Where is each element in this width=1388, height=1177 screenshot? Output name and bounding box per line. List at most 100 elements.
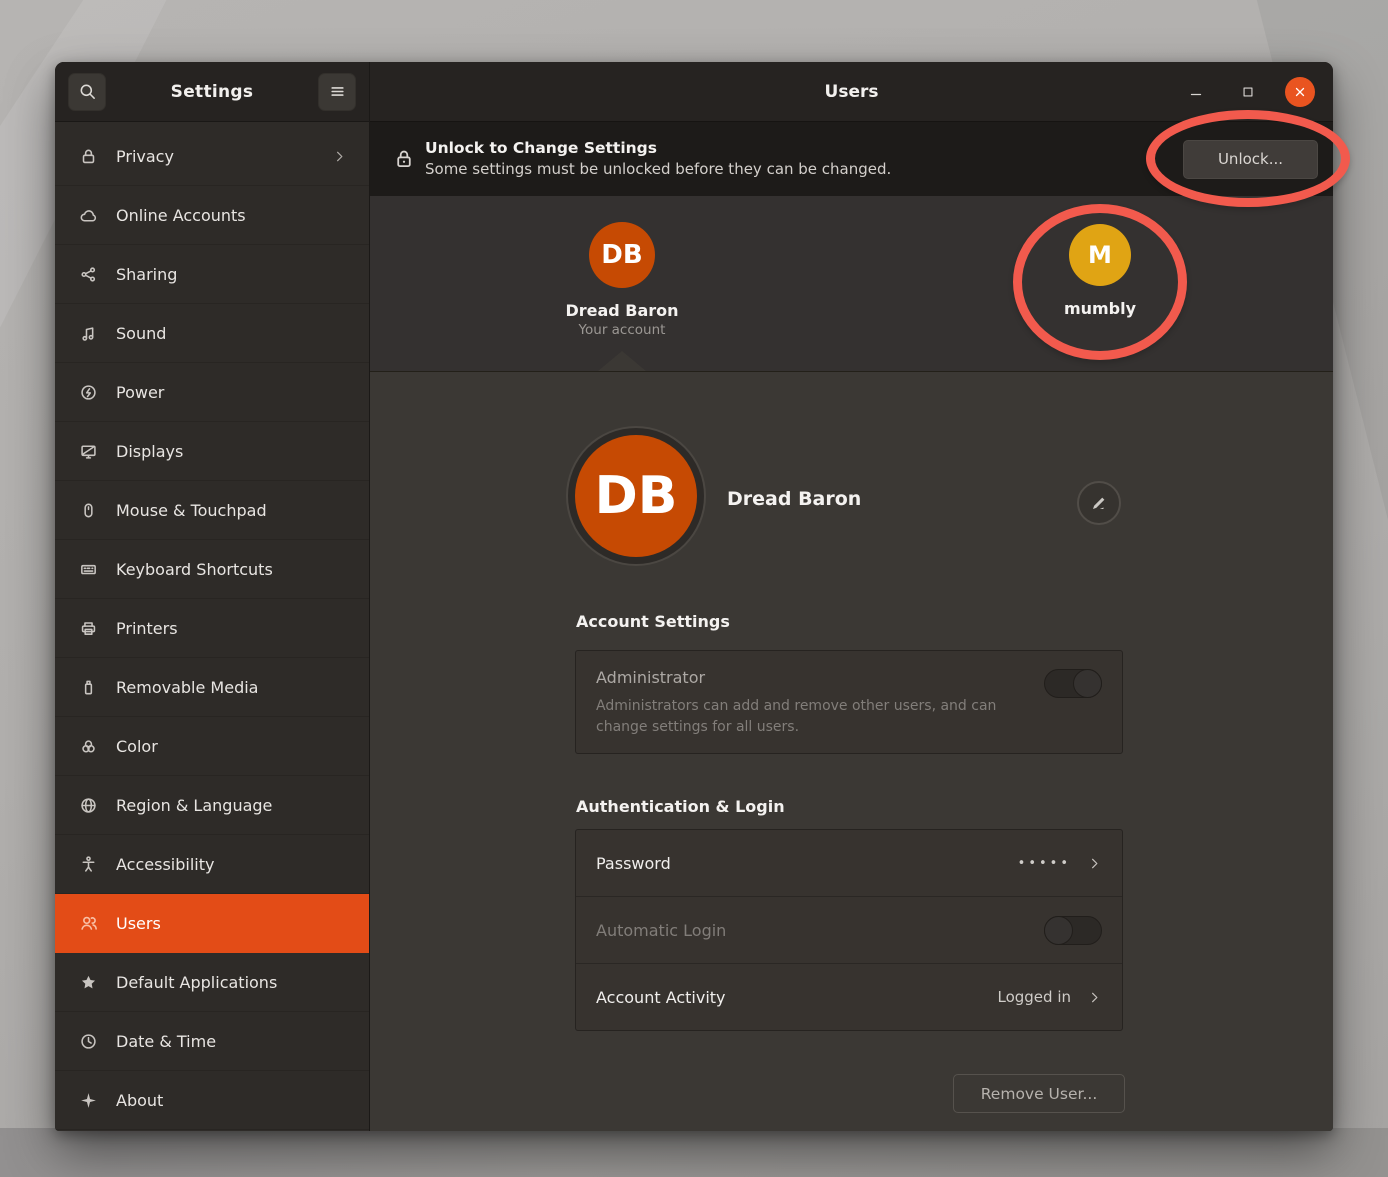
sidebar-item-label: Sound bbox=[116, 324, 347, 343]
menu-button[interactable] bbox=[318, 73, 356, 111]
unlock-banner: Unlock to Change Settings Some settings … bbox=[370, 122, 1333, 196]
sidebar-item-label: Printers bbox=[116, 619, 347, 638]
sidebar-item-date-time[interactable]: Date & Time bbox=[55, 1012, 369, 1071]
row-value: ••••• bbox=[1018, 856, 1071, 871]
menu-icon bbox=[328, 82, 347, 101]
power-icon bbox=[79, 382, 99, 402]
user-chip-mumbly[interactable]: Mmumbly bbox=[1000, 222, 1200, 318]
user-chip-name: Dread Baron bbox=[522, 301, 722, 320]
toggle-knob bbox=[1073, 669, 1102, 698]
profile-avatar: DB bbox=[575, 435, 697, 557]
wallpaper-bottom-strip bbox=[0, 1128, 1388, 1177]
sidebar-item-color[interactable]: Color bbox=[55, 717, 369, 776]
usb-icon bbox=[79, 677, 99, 697]
clock-icon bbox=[79, 1031, 99, 1051]
sidebar-item-sound[interactable]: Sound bbox=[55, 304, 369, 363]
user-selector-strip: DB Dread Baron Your account Mmumbly bbox=[370, 196, 1333, 372]
automatic-login-toggle[interactable] bbox=[1044, 916, 1102, 945]
keyboard-icon bbox=[79, 559, 99, 579]
authentication-login-heading: Authentication & Login bbox=[576, 797, 785, 816]
share-icon bbox=[79, 264, 99, 284]
edit-avatar-button[interactable] bbox=[1077, 481, 1121, 525]
sidebar-item-sharing[interactable]: Sharing bbox=[55, 245, 369, 304]
maximize-button[interactable] bbox=[1233, 77, 1263, 107]
user-chip-name: mumbly bbox=[1000, 299, 1200, 318]
user-avatar: M bbox=[1069, 224, 1131, 286]
profile-name: Dread Baron bbox=[727, 488, 861, 510]
sidebar-item-accessibility[interactable]: Accessibility bbox=[55, 835, 369, 894]
toggle-knob bbox=[1044, 916, 1073, 945]
sidebar-item-label: Displays bbox=[116, 442, 347, 461]
sidebar-item-removable-media[interactable]: Removable Media bbox=[55, 658, 369, 717]
row-password[interactable]: Password••••• bbox=[576, 830, 1122, 897]
search-icon bbox=[78, 82, 97, 101]
search-button[interactable] bbox=[68, 73, 106, 111]
content-pane: Users Unlock to Change Settings Some set… bbox=[370, 62, 1333, 1131]
administrator-toggle[interactable] bbox=[1044, 669, 1102, 698]
minimize-button[interactable] bbox=[1181, 77, 1211, 107]
color-icon bbox=[79, 736, 99, 756]
sidebar-item-power[interactable]: Power bbox=[55, 363, 369, 422]
sidebar-item-users[interactable]: Users bbox=[55, 894, 369, 953]
sidebar-item-keyboard-shortcuts[interactable]: Keyboard Shortcuts bbox=[55, 540, 369, 599]
sparkle-icon bbox=[79, 1090, 99, 1110]
unlock-banner-subtitle: Some settings must be unlocked before th… bbox=[425, 159, 1173, 181]
minimize-icon bbox=[1188, 84, 1204, 100]
row-label: Account Activity bbox=[596, 988, 997, 1007]
user-detail-panel: DB Dread Baron Account Settings Administ… bbox=[370, 372, 1333, 1131]
sidebar-item-mouse-touchpad[interactable]: Mouse & Touchpad bbox=[55, 481, 369, 540]
sidebar-item-printers[interactable]: Printers bbox=[55, 599, 369, 658]
window-controls bbox=[1181, 77, 1315, 107]
unlock-button[interactable]: Unlock... bbox=[1183, 140, 1318, 179]
sidebar-item-region-language[interactable]: Region & Language bbox=[55, 776, 369, 835]
authentication-login-box: Password••••• Automatic Login Account Acti… bbox=[575, 829, 1123, 1031]
remove-user-button[interactable]: Remove User... bbox=[953, 1074, 1125, 1113]
sidebar-item-online-accounts[interactable]: Online Accounts bbox=[55, 186, 369, 245]
sidebar-item-label: Keyboard Shortcuts bbox=[116, 560, 347, 579]
sidebar-header: Settings bbox=[55, 62, 369, 122]
accessibility-icon bbox=[79, 854, 99, 874]
sidebar-item-label: Region & Language bbox=[116, 796, 347, 815]
cloud-icon bbox=[79, 205, 99, 225]
star-icon bbox=[79, 972, 99, 992]
sidebar-item-privacy[interactable]: Privacy bbox=[55, 127, 369, 186]
display-icon bbox=[79, 441, 99, 461]
printer-icon bbox=[79, 618, 99, 638]
globe-icon bbox=[79, 795, 99, 815]
sidebar-item-label: Power bbox=[116, 383, 347, 402]
sound-icon bbox=[79, 323, 99, 343]
user-avatar: DB bbox=[589, 222, 655, 288]
lock-icon bbox=[79, 146, 99, 166]
row-label: Password bbox=[596, 854, 1018, 873]
sidebar-item-label: Accessibility bbox=[116, 855, 347, 874]
content-header: Users bbox=[370, 62, 1333, 122]
administrator-description: Administrators can add and remove other … bbox=[596, 696, 1016, 738]
profile-avatar-initials: DB bbox=[595, 466, 678, 526]
sidebar-item-label: Sharing bbox=[116, 265, 347, 284]
sidebar-item-default-applications[interactable]: Default Applications bbox=[55, 953, 369, 1012]
row-label: Automatic Login bbox=[596, 921, 1044, 940]
settings-window: Settings Privacy Online Accounts Sharing So… bbox=[55, 62, 1333, 1131]
row-value: Logged in bbox=[997, 988, 1071, 1006]
sidebar-item-label: Date & Time bbox=[116, 1032, 347, 1051]
selected-user-notch bbox=[598, 351, 646, 371]
account-settings-heading: Account Settings bbox=[576, 612, 730, 631]
row-account-activity[interactable]: Account ActivityLogged in bbox=[576, 964, 1122, 1030]
user-chip-dread-baron[interactable]: DB Dread Baron Your account bbox=[522, 222, 722, 338]
sidebar-item-about[interactable]: About bbox=[55, 1071, 369, 1130]
chevron-right-icon bbox=[1087, 990, 1102, 1005]
unlock-banner-text: Unlock to Change Settings Some settings … bbox=[425, 137, 1173, 181]
chevron-right-icon bbox=[332, 149, 347, 164]
sidebar-item-label: Color bbox=[116, 737, 347, 756]
maximize-icon bbox=[1241, 85, 1255, 99]
sidebar: Settings Privacy Online Accounts Sharing So… bbox=[55, 62, 370, 1131]
user-chip-subtitle: Your account bbox=[522, 322, 722, 338]
sidebar-item-label: Online Accounts bbox=[116, 206, 347, 225]
sidebar-item-displays[interactable]: Displays bbox=[55, 422, 369, 481]
mouse-icon bbox=[79, 500, 99, 520]
sidebar-item-label: About bbox=[116, 1091, 347, 1110]
close-button[interactable] bbox=[1285, 77, 1315, 107]
row-automatic-login[interactable]: Automatic Login bbox=[576, 897, 1122, 964]
sidebar-item-label: Mouse & Touchpad bbox=[116, 501, 347, 520]
sidebar-item-label: Privacy bbox=[116, 147, 315, 166]
